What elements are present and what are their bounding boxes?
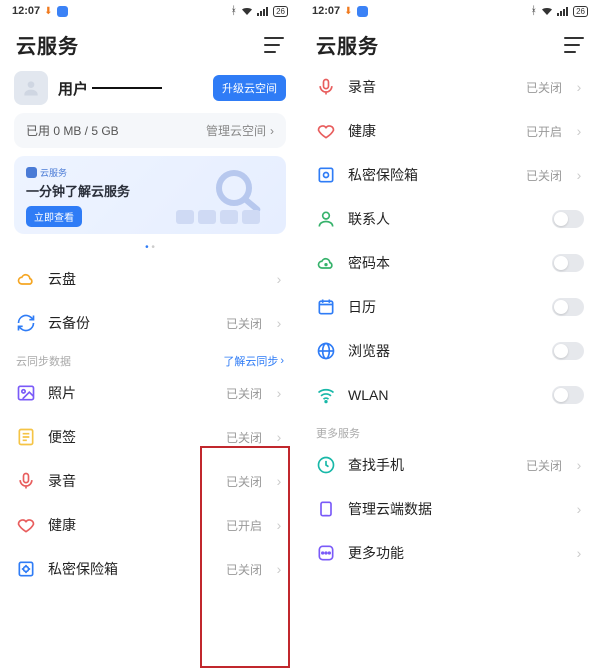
row-wlan[interactable]: WLAN bbox=[300, 373, 600, 417]
contact-icon bbox=[316, 209, 336, 229]
heart-icon bbox=[16, 515, 36, 535]
storage-usage: 已用 0 MB / 5 GB bbox=[26, 122, 119, 139]
row-health[interactable]: 健康 已开启 › bbox=[300, 109, 600, 153]
status-time: 12:07 bbox=[12, 5, 40, 17]
more-icon bbox=[316, 543, 336, 563]
row-health[interactable]: 健康 已开启 › bbox=[0, 503, 300, 547]
storage-bar[interactable]: 已用 0 MB / 5 GB 管理云空间› bbox=[14, 113, 286, 148]
page-indicator: • • bbox=[0, 242, 300, 253]
status-download-icon: ⬇ bbox=[44, 6, 52, 17]
toggle-switch[interactable] bbox=[552, 342, 584, 360]
chevron-right-icon: › bbox=[274, 473, 284, 489]
photo-icon bbox=[16, 383, 36, 403]
row-more-features[interactable]: 更多功能 › bbox=[300, 531, 600, 575]
wlan-icon bbox=[316, 385, 336, 405]
row-manage-cloud-data[interactable]: 管理云端数据 › bbox=[300, 487, 600, 531]
row-vault[interactable]: 私密保险箱 已关闭 › bbox=[0, 547, 300, 591]
battery-icon: 26 bbox=[573, 6, 588, 17]
row-browser[interactable]: 浏览器 bbox=[300, 329, 600, 373]
note-icon bbox=[16, 427, 36, 447]
find-icon bbox=[316, 455, 336, 475]
page-header: 云服务 bbox=[0, 22, 300, 65]
chevron-right-icon: › bbox=[574, 501, 584, 517]
vault-icon bbox=[16, 559, 36, 579]
toggle-switch[interactable] bbox=[552, 386, 584, 404]
page-title: 云服务 bbox=[16, 30, 79, 59]
status-right: ᚼ 26 bbox=[230, 5, 288, 17]
row-find-phone[interactable]: 查找手机 已关闭 › bbox=[300, 443, 600, 487]
vault-icon bbox=[316, 165, 336, 185]
battery-icon: 26 bbox=[273, 6, 288, 17]
status-app-icon bbox=[357, 6, 368, 17]
row-notes[interactable]: 便签 已关闭 › bbox=[0, 415, 300, 459]
manage-storage-link[interactable]: 管理云空间› bbox=[206, 122, 274, 139]
wifi-icon bbox=[241, 6, 253, 16]
status-download-icon: ⬇ bbox=[344, 6, 352, 17]
pane-left: 12:07 ⬇ ᚼ 26 云服务 用户 升级云空间 已用 0 MB / 5 GB bbox=[0, 0, 300, 671]
sync-section-header: 云同步数据 了解云同步› bbox=[0, 345, 300, 371]
mic-icon bbox=[316, 77, 336, 97]
bluetooth-icon: ᚼ bbox=[530, 5, 537, 17]
signal-icon bbox=[557, 6, 569, 16]
status-time: 12:07 bbox=[312, 5, 340, 17]
row-cloud-backup[interactable]: 云备份 已关闭 › bbox=[0, 301, 300, 345]
cloud-icon bbox=[16, 269, 36, 289]
promo-cta-button[interactable]: 立即查看 bbox=[26, 206, 82, 227]
learn-sync-link[interactable]: 了解云同步› bbox=[223, 353, 284, 369]
chevron-right-icon: › bbox=[274, 517, 284, 533]
wifi-icon bbox=[541, 6, 553, 16]
browser-icon bbox=[316, 341, 336, 361]
chevron-right-icon: › bbox=[274, 429, 284, 445]
chevron-right-icon: › bbox=[274, 271, 284, 287]
row-photos[interactable]: 照片 已关闭 › bbox=[0, 371, 300, 415]
page-header: 云服务 bbox=[300, 22, 600, 65]
chevron-right-icon: › bbox=[574, 79, 584, 95]
lock-icon bbox=[316, 253, 336, 273]
statusbar: 12:07 ⬇ ᚼ 26 bbox=[300, 0, 600, 22]
row-cloud-disk[interactable]: 云盘 › bbox=[0, 257, 300, 301]
refresh-icon bbox=[16, 313, 36, 333]
chevron-right-icon: › bbox=[574, 123, 584, 139]
username: 用户 bbox=[58, 78, 203, 99]
chevron-right-icon: › bbox=[574, 167, 584, 183]
menu-icon[interactable] bbox=[564, 37, 584, 53]
chevron-right-icon: › bbox=[574, 545, 584, 561]
pane-right: 12:07 ⬇ ᚼ 26 云服务 录音 已关闭 › 健康 已开启 › 私密保险箱… bbox=[300, 0, 600, 671]
row-calendar[interactable]: 日历 bbox=[300, 285, 600, 329]
chevron-right-icon: › bbox=[274, 315, 284, 331]
row-vault[interactable]: 私密保险箱 已关闭 › bbox=[300, 153, 600, 197]
upgrade-button[interactable]: 升级云空间 bbox=[213, 75, 286, 101]
chevron-right-icon: › bbox=[574, 457, 584, 473]
promo-art bbox=[172, 164, 282, 226]
row-passwords[interactable]: 密码本 bbox=[300, 241, 600, 285]
chevron-right-icon: › bbox=[274, 385, 284, 401]
user-card[interactable]: 用户 升级云空间 bbox=[14, 71, 286, 105]
bluetooth-icon: ᚼ bbox=[230, 5, 237, 17]
row-recording[interactable]: 录音 已关闭 › bbox=[0, 459, 300, 503]
page-title: 云服务 bbox=[316, 30, 379, 59]
mic-icon bbox=[16, 471, 36, 491]
calendar-icon bbox=[316, 297, 336, 317]
toggle-switch[interactable] bbox=[552, 254, 584, 272]
avatar bbox=[14, 71, 48, 105]
heart-icon bbox=[316, 121, 336, 141]
signal-icon bbox=[257, 6, 269, 16]
menu-icon[interactable] bbox=[264, 37, 284, 53]
row-contacts[interactable]: 联系人 bbox=[300, 197, 600, 241]
promo-card[interactable]: 云服务 一分钟了解云服务 立即查看 bbox=[14, 156, 286, 234]
toggle-switch[interactable] bbox=[552, 210, 584, 228]
data-icon bbox=[316, 499, 336, 519]
toggle-switch[interactable] bbox=[552, 298, 584, 316]
row-recording[interactable]: 录音 已关闭 › bbox=[300, 65, 600, 109]
status-app-icon bbox=[57, 6, 68, 17]
more-section-header: 更多服务 bbox=[300, 417, 600, 443]
statusbar: 12:07 ⬇ ᚼ 26 bbox=[0, 0, 300, 22]
chevron-right-icon: › bbox=[274, 561, 284, 577]
